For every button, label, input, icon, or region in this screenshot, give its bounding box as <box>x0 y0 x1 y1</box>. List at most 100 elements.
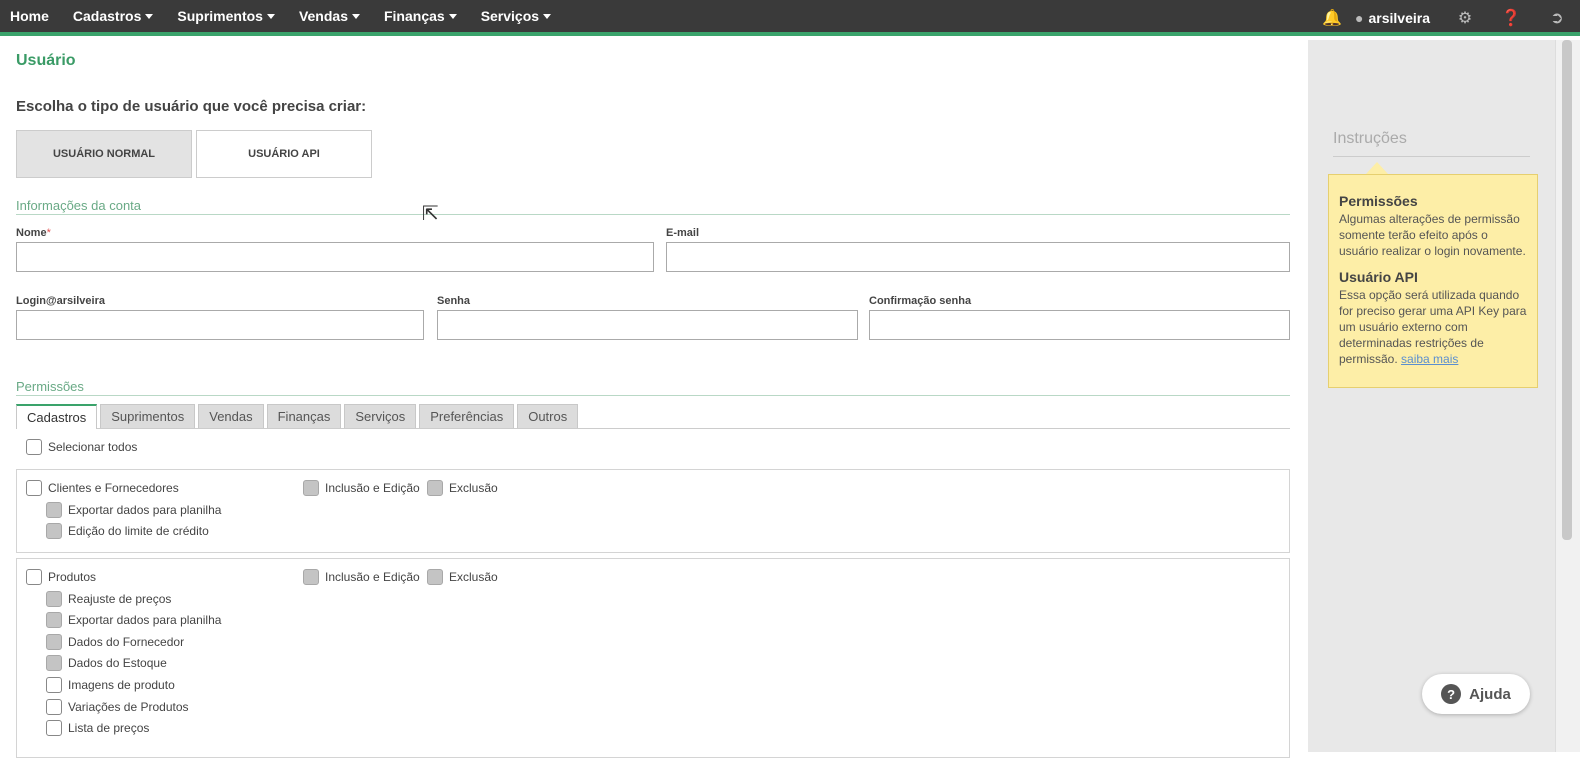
sub-checkbox[interactable] <box>46 677 62 693</box>
top-navbar: Home Cadastros Suprimentos Vendas Finanç… <box>0 0 1580 36</box>
user-api-button[interactable]: USUÁRIO API <box>196 130 372 178</box>
inclusao-label: Inclusão e Edição <box>325 481 420 495</box>
permissions-section-title: Permissões <box>16 379 84 394</box>
nav-vendas[interactable]: Vendas <box>299 8 360 24</box>
produtos-sub-row: Variações de Produtos <box>46 699 189 715</box>
help-label: Ajuda <box>1469 685 1511 703</box>
email-label: E-mail <box>666 227 700 239</box>
main-content: Usuário Escolha o tipo de usuário que vo… <box>0 40 1308 758</box>
clientes-exclusao-row: Exclusão <box>427 480 498 496</box>
gear-icon[interactable]: ⚙ <box>1442 8 1488 28</box>
senha-label: Senha <box>437 295 471 307</box>
sub-checkbox[interactable] <box>46 655 62 671</box>
chevron-down-icon <box>351 13 360 19</box>
permissions-section-divider <box>16 395 1290 396</box>
note-arrow <box>1366 162 1388 174</box>
nav-right-group: 🔔 ● arsilveira ⚙ ❓ ➲ <box>1309 0 1580 36</box>
clientes-inclusao-row: Inclusão e Edição <box>303 480 420 496</box>
select-all-label: Selecionar todos <box>48 440 138 454</box>
instructions-title: Instruções <box>1333 130 1407 147</box>
produtos-inclusao-row: Inclusão e Edição <box>303 569 420 585</box>
note-text-permissoes: Algumas alterações de permissão somente … <box>1339 212 1526 258</box>
login-label: Login@arsilveira <box>16 295 105 307</box>
nome-input[interactable] <box>16 242 654 272</box>
sub-checkbox[interactable] <box>46 591 62 607</box>
nav-suprimentos[interactable]: Suprimentos <box>177 8 275 24</box>
produtos-sub-row: Imagens de produto <box>46 677 175 693</box>
clientes-sub-row: Edição do limite de crédito <box>46 523 209 539</box>
user-icon: ● <box>1355 10 1364 26</box>
tab-outros[interactable]: Outros <box>517 404 579 428</box>
produtos-sub-row: Exportar dados para planilha <box>46 612 221 628</box>
clientes-sub-row: Exportar dados para planilha <box>46 502 221 518</box>
account-section-divider <box>16 214 1290 215</box>
tab-preferencias[interactable]: Preferências <box>419 404 515 428</box>
confirm-senha-input[interactable] <box>869 310 1290 340</box>
help-circle-icon[interactable]: ❓ <box>1488 8 1534 28</box>
sub-checkbox[interactable] <box>46 634 62 650</box>
sub-label: Dados do Fornecedor <box>68 635 185 649</box>
email-input[interactable] <box>666 242 1290 272</box>
produtos-exclusao-checkbox[interactable] <box>427 569 443 585</box>
account-section-title: Informações da conta <box>16 198 142 213</box>
confirm-senha-label: Confirmação senha <box>869 295 972 307</box>
tab-servicos[interactable]: Serviços <box>344 404 417 428</box>
instructions-divider <box>1333 156 1530 157</box>
required-marker: * <box>46 227 51 239</box>
user-menu[interactable]: ● arsilveira <box>1355 10 1430 26</box>
sub-checkbox[interactable] <box>46 612 62 628</box>
clientes-exclusao-checkbox[interactable] <box>427 480 443 496</box>
user-normal-button[interactable]: USUÁRIO NORMAL <box>16 130 192 178</box>
clientes-label: Clientes e Fornecedores <box>48 481 179 495</box>
nav-servicos-label: Serviços <box>480 8 540 24</box>
chevron-down-icon <box>448 13 457 19</box>
sub-checkbox[interactable] <box>46 720 62 736</box>
choose-type-label: Escolha o tipo de usuário que você preci… <box>16 98 367 115</box>
note-heading-permissoes: Permissões <box>1339 193 1418 209</box>
instructions-sidebar: Instruções Permissões Algumas alterações… <box>1308 40 1555 752</box>
sub-checkbox[interactable] <box>46 523 62 539</box>
clientes-row: Clientes e Fornecedores <box>26 480 179 496</box>
sub-checkbox[interactable] <box>46 502 62 518</box>
exclusao-label: Exclusão <box>449 570 498 584</box>
nav-cadastros[interactable]: Cadastros <box>72 8 154 24</box>
bell-icon[interactable]: 🔔 <box>1309 8 1355 28</box>
select-all-checkbox[interactable] <box>26 439 42 455</box>
chevron-down-icon <box>266 13 275 19</box>
nav-cadastros-label: Cadastros <box>72 8 142 24</box>
permission-group-clientes: Clientes e Fornecedores Inclusão e Ediçã… <box>16 469 1290 553</box>
help-button[interactable]: ? Ajuda <box>1422 674 1530 714</box>
nav-suprimentos-label: Suprimentos <box>177 8 263 24</box>
permission-group-produtos: Produtos Inclusão e Edição Exclusão Reaj… <box>16 558 1290 758</box>
page-title: Usuário <box>16 52 76 69</box>
tab-financas[interactable]: Finanças <box>266 404 342 428</box>
logout-icon[interactable]: ➲ <box>1534 8 1580 28</box>
note-heading-api: Usuário API <box>1339 269 1418 285</box>
select-all-row: Selecionar todos <box>26 439 137 455</box>
note-text-api: Essa opção será utilizada quando for pre… <box>1339 287 1527 367</box>
tab-cadastros[interactable]: Cadastros <box>16 404 98 429</box>
senha-input[interactable] <box>437 310 858 340</box>
chevron-down-icon <box>543 13 552 19</box>
nav-financas-label: Finanças <box>383 8 445 24</box>
clientes-inclusao-checkbox[interactable] <box>303 480 319 496</box>
page-scrollbar[interactable] <box>1555 40 1580 752</box>
produtos-label: Produtos <box>48 570 97 584</box>
produtos-inclusao-checkbox[interactable] <box>303 569 319 585</box>
produtos-checkbox[interactable] <box>26 569 42 585</box>
sub-checkbox[interactable] <box>46 699 62 715</box>
nav-vendas-label: Vendas <box>298 8 348 24</box>
saiba-mais-link[interactable]: saiba mais <box>1401 352 1458 366</box>
clientes-checkbox[interactable] <box>26 480 42 496</box>
nav-home[interactable]: Home <box>10 8 49 24</box>
sub-label: Exportar dados para planilha <box>68 613 222 627</box>
nav-servicos[interactable]: Serviços <box>480 8 552 24</box>
nav-home-label: Home <box>10 8 49 24</box>
tab-vendas[interactable]: Vendas <box>198 404 264 428</box>
scrollbar-thumb[interactable] <box>1562 40 1572 540</box>
nav-financas[interactable]: Finanças <box>384 8 457 24</box>
sub-label: Exportar dados para planilha <box>68 503 222 517</box>
login-input[interactable] <box>16 310 424 340</box>
produtos-sub-row: Dados do Estoque <box>46 655 167 671</box>
tab-suprimentos[interactable]: Suprimentos <box>100 404 196 428</box>
